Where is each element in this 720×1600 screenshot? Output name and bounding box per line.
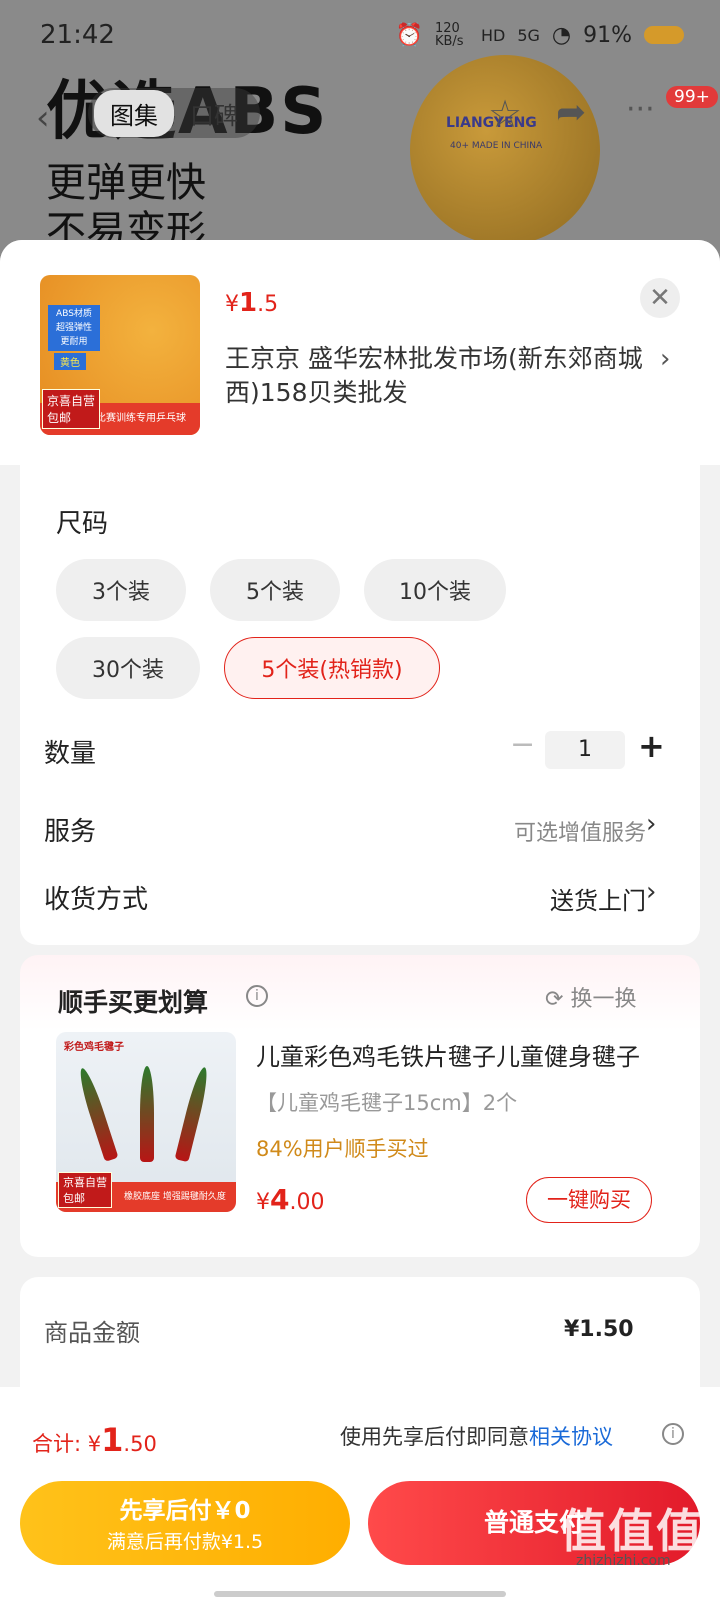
pay-later-sublabel: 满意后再付款¥1.5 xyxy=(106,1531,264,1553)
feather-shape xyxy=(174,1065,212,1163)
battery-icon xyxy=(644,26,684,44)
delivery-value[interactable]: 送货上门 xyxy=(550,881,646,916)
recommend-price: ¥4.00 xyxy=(256,1183,324,1216)
signal-icon: 5G xyxy=(517,25,540,45)
shuttlecock-image[interactable]: 彩色鸡毛毽子 橡胶底座 增强踢毽耐久度 京喜自营 包邮 xyxy=(56,1032,236,1212)
watermark-url: zhizhizhi.com xyxy=(576,1553,671,1569)
goods-amount-label: 商品金额 xyxy=(44,1319,140,1347)
product-thumbnail: ABS材质 超强弹性 更耐用 黄色 比赛训练专用乒乓球 京喜自营 包邮 xyxy=(40,275,200,435)
one-click-buy-button[interactable]: 一键购买 xyxy=(526,1177,652,1223)
quantity-minus-button[interactable]: − xyxy=(510,727,535,762)
thumb-badge-line: 京喜自营 xyxy=(47,394,96,408)
feather-shape xyxy=(75,1066,119,1162)
service-value[interactable]: 可选增值服务 xyxy=(514,815,646,847)
quantity-label: 数量 xyxy=(44,739,97,769)
home-indicator[interactable] xyxy=(214,1591,506,1597)
recommend-product-name[interactable]: 儿童彩色鸡毛铁片毽子儿童健身毽子 xyxy=(256,1037,656,1072)
thumb-color-tag: 黄色 xyxy=(54,353,86,370)
price-dec: .5 xyxy=(257,292,279,317)
top-tabs: 图集 口碑 xyxy=(88,88,260,138)
thumb-badge-line: 包邮 xyxy=(47,411,72,425)
size-option-3[interactable]: 3个装 xyxy=(56,559,186,621)
pay-later-button[interactable]: 先享后付￥0 满意后再付款¥1.5 xyxy=(20,1481,350,1565)
watermark-logo: 值值值 xyxy=(560,1504,704,1558)
ping-pong-ball-image: LIANGYENG 40+ MADE IN CHINA xyxy=(410,55,600,245)
chevron-right-icon[interactable]: › xyxy=(646,877,656,907)
alarm-icon: ⏰ xyxy=(395,22,423,48)
quantity-input[interactable]: 1 xyxy=(545,731,625,769)
size-option-5-hot[interactable]: 5个装(热销款) xyxy=(224,637,440,699)
image-badge-line: 包邮 xyxy=(63,1192,85,1205)
product-price: ¥1.5 xyxy=(225,288,278,318)
delivery-label: 收货方式 xyxy=(44,885,149,915)
refresh-label: 换一换 xyxy=(570,987,637,1012)
total-label: 合计: xyxy=(32,1432,82,1456)
price-int: 4 xyxy=(270,1183,290,1216)
refresh-button[interactable]: ⟳ 换一换 xyxy=(545,981,636,1013)
thumb-tags: ABS材质 超强弹性 更耐用 xyxy=(48,305,100,351)
agreement-prefix: 使用先享后付即同意 xyxy=(340,1425,529,1449)
price-dec: .00 xyxy=(289,1190,325,1215)
goods-amount-value: ¥1.50 xyxy=(564,1317,634,1342)
size-title: 尺码 xyxy=(56,509,109,539)
total-symbol: ¥ xyxy=(87,1432,102,1456)
hd-icon: HD xyxy=(480,25,506,45)
recommend-spec: 【儿童鸡毛毽子15cm】2个 xyxy=(256,1091,518,1115)
service-label: 服务 xyxy=(44,817,97,847)
recommend-purchase-rate: 84%用户顺手买过 xyxy=(256,1137,429,1161)
info-icon[interactable]: i xyxy=(246,985,268,1007)
recommend-title: 顺手买更划算 xyxy=(58,988,209,1017)
price-symbol: ¥ xyxy=(225,292,239,317)
net-speed: 120 KB/s xyxy=(434,21,464,49)
price-symbol: ¥ xyxy=(256,1190,270,1215)
ball-mark-text: 40+ MADE IN CHINA xyxy=(450,141,543,151)
total-dec: .50 xyxy=(123,1432,157,1456)
agreement-link[interactable]: 相关协议 xyxy=(529,1425,613,1449)
tab-reviews[interactable]: 口碑 xyxy=(174,90,254,137)
chevron-right-icon[interactable]: › xyxy=(646,809,656,839)
battery-text: 91% xyxy=(583,22,632,48)
share-icon[interactable]: ➦ xyxy=(556,92,586,133)
total-price: 合计: ¥1.50 xyxy=(32,1421,157,1459)
quantity-plus-button[interactable]: + xyxy=(638,727,665,765)
message-badge: 99+ xyxy=(666,86,718,108)
chevron-right-icon[interactable]: › xyxy=(660,344,670,374)
size-option-5[interactable]: 5个装 xyxy=(210,559,340,621)
image-label: 彩色鸡毛毽子 xyxy=(64,1042,124,1053)
feather-shape xyxy=(140,1066,154,1162)
thumb-tag: ABS材质 xyxy=(56,309,92,319)
back-arrow-icon[interactable]: ‹ xyxy=(36,98,50,138)
thumb-badge: 京喜自营 包邮 xyxy=(42,389,101,429)
status-time: 21:42 xyxy=(40,20,115,50)
wifi-icon: ◔ xyxy=(551,22,572,48)
options-card: 尺码 3个装 5个装 10个装 30个装 5个装(热销款) 数量 − 1 + 服… xyxy=(20,465,700,945)
more-dots-icon[interactable]: ··· xyxy=(626,92,655,127)
status-icons: ⏰ 120 KB/s HD 5G ◔ 91% xyxy=(396,22,684,48)
size-option-10[interactable]: 10个装 xyxy=(364,559,506,621)
pay-later-label: 先享后付￥0 xyxy=(119,1498,251,1524)
thumb-tag: 超强弹性 xyxy=(55,323,92,333)
image-badge-line: 京喜自营 xyxy=(63,1176,107,1189)
refresh-icon: ⟳ xyxy=(545,987,564,1012)
info-icon[interactable]: i xyxy=(662,1423,684,1445)
total-int: 1 xyxy=(101,1421,124,1459)
image-badge: 京喜自营 包邮 xyxy=(58,1172,112,1208)
favorite-star-icon[interactable]: ☆ xyxy=(488,92,522,136)
agreement-text: 使用先享后付即同意相关协议 xyxy=(340,1421,613,1451)
tab-gallery[interactable]: 图集 xyxy=(94,89,174,137)
size-option-30[interactable]: 30个装 xyxy=(56,637,200,699)
product-header: ABS材质 超强弹性 更耐用 黄色 比赛训练专用乒乓球 京喜自营 包邮 ¥1.5 … xyxy=(0,240,720,465)
price-int: 1 xyxy=(239,288,258,318)
thumb-tag: 更耐用 xyxy=(60,337,88,347)
recommend-card: 顺手买更划算 i ⟳ 换一换 彩色鸡毛毽子 橡胶底座 增强踢毽耐久度 京喜自营包… xyxy=(20,955,700,1257)
store-address[interactable]: 王京京 盛华宏林批发市场(新东郊商城西)158贝类批发 xyxy=(225,342,645,410)
bottom-action-bar: 合计: ¥1.50 使用先享后付即同意相关协议 i 先享后付￥0 满意后再付款¥… xyxy=(0,1387,720,1600)
close-icon[interactable]: ✕ xyxy=(640,278,680,318)
